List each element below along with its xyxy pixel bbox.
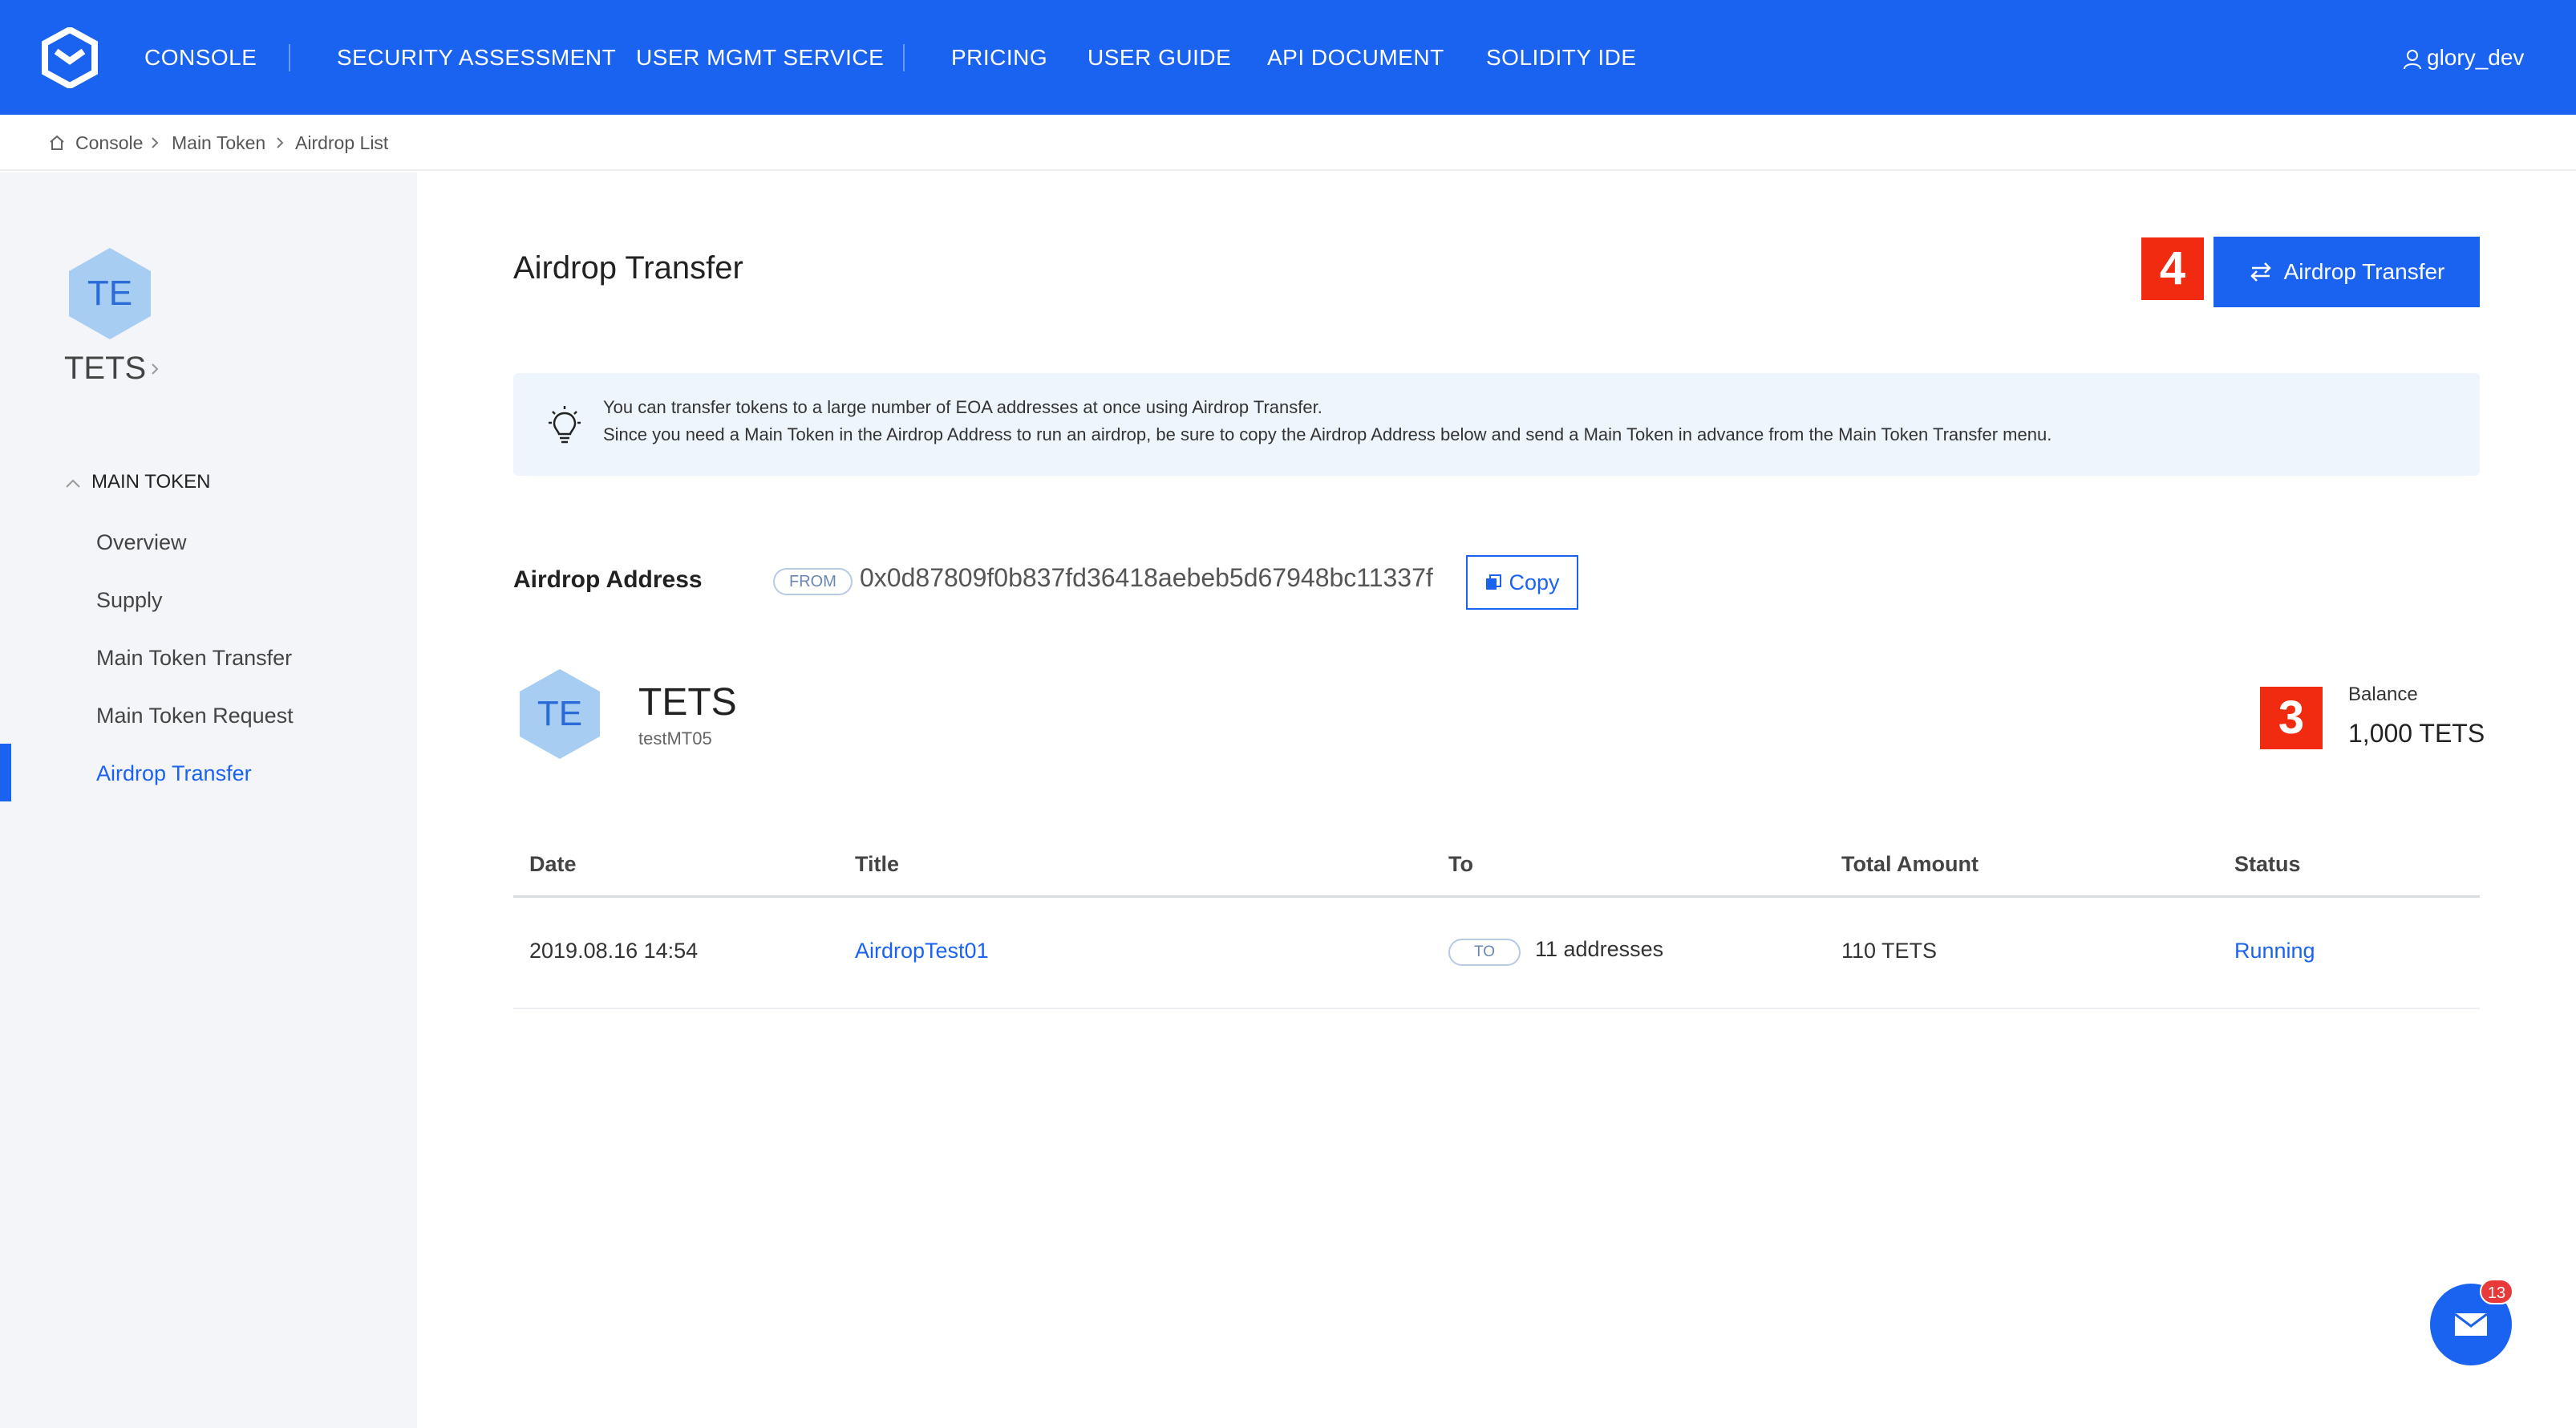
notification-badge: 13: [2480, 1279, 2513, 1304]
chevron-right-icon[interactable]: [148, 362, 162, 376]
cell-status[interactable]: Running: [2234, 939, 2315, 963]
annotation-marker: 3: [2260, 687, 2323, 749]
mail-icon: [2454, 1312, 2488, 1336]
breadcrumb-console[interactable]: Console: [75, 129, 143, 156]
copy-icon: [1486, 574, 1502, 590]
nav-divider: [903, 44, 905, 71]
balance-value: 1,000 TETS: [2348, 719, 2485, 748]
chevron-right-icon: [152, 137, 159, 148]
transfer-arrows-icon: [2250, 262, 2271, 282]
info-text-line-2: Since you need a Main Token in the Airdr…: [603, 424, 2052, 444]
nav-divider: [289, 44, 290, 71]
page-title: Airdrop Transfer: [513, 250, 743, 286]
sidebar-item-supply[interactable]: Supply: [96, 584, 163, 616]
breadcrumb-airdrop-list: Airdrop List: [295, 132, 389, 153]
nav-console[interactable]: CONSOLE: [144, 42, 257, 74]
token-initials-main: TE: [537, 694, 583, 733]
column-header-to: To: [1448, 852, 1473, 876]
token-avatar: TE: [67, 246, 152, 341]
sidebar: TE TETS MAIN TOKEN Overview Supply Main …: [0, 172, 417, 1428]
breadcrumb-main-token[interactable]: Main Token: [172, 129, 265, 156]
token-initials: TE: [87, 274, 133, 313]
token-name[interactable]: TETS: [64, 351, 146, 387]
annotation-marker: 4: [2141, 237, 2204, 300]
nav-user-guide[interactable]: USER GUIDE: [1088, 42, 1231, 74]
home-icon: [50, 135, 64, 150]
breadcrumb: Console Main Token Airdrop List: [0, 115, 2576, 171]
token-avatar-main: TE: [518, 667, 601, 761]
airdrop-address-value: 0x0d87809f0b837fd36418aebeb5d67948bc1133…: [860, 563, 1433, 592]
nav-api-document[interactable]: API DOCUMENT: [1267, 42, 1444, 74]
nav-security-assessment[interactable]: SECURITY ASSESSMENT: [337, 42, 616, 74]
brand-logo-icon[interactable]: [42, 27, 98, 88]
airdrop-transfer-button[interactable]: Airdrop Transfer: [2213, 237, 2480, 307]
row-divider: [513, 1008, 2480, 1009]
sidebar-item-main-token-transfer[interactable]: Main Token Transfer: [96, 642, 292, 674]
copy-address-button[interactable]: Copy: [1466, 555, 1578, 610]
cell-title-link[interactable]: AirdropTest01: [855, 939, 989, 963]
section-title: MAIN TOKEN: [91, 471, 211, 493]
from-tag: FROM: [773, 568, 853, 595]
active-indicator: [0, 744, 11, 801]
token-symbol: TETS: [638, 681, 737, 724]
airdrop-transfer-button-label: Airdrop Transfer: [2283, 259, 2445, 284]
sidebar-item-main-token-request[interactable]: Main Token Request: [96, 700, 294, 732]
column-header-status: Status: [2234, 852, 2301, 876]
airdrop-address-label: Airdrop Address: [513, 566, 703, 593]
cell-to: 11 addresses: [1535, 937, 1664, 961]
copy-button-label: Copy: [1509, 570, 1560, 594]
cell-total-amount: 110 TETS: [1841, 939, 1938, 963]
info-text-line-1: You can transfer tokens to a large numbe…: [603, 397, 1322, 417]
user-menu[interactable]: glory_dev: [2403, 42, 2524, 74]
nav-pricing[interactable]: PRICING: [951, 42, 1047, 74]
column-header-date: Date: [529, 852, 577, 876]
column-header-total-amount: Total Amount: [1841, 852, 1979, 876]
table-header-divider: [513, 895, 2480, 898]
user-icon: [2404, 49, 2421, 69]
token-full-name: testMT05: [638, 728, 712, 748]
section-main-token[interactable]: MAIN TOKEN: [64, 468, 210, 497]
balance-label: Balance: [2348, 684, 2418, 705]
chevron-up-icon: [66, 479, 80, 488]
chevron-right-icon: [277, 137, 284, 148]
info-notice: You can transfer tokens to a large numbe…: [513, 373, 2480, 476]
top-navigation-bar: CONSOLE SECURITY ASSESSMENT USER MGMT SE…: [0, 0, 2576, 115]
lightbulb-icon: [549, 406, 581, 444]
nav-user-mgmt-service[interactable]: USER MGMT SERVICE: [636, 42, 884, 74]
nav-solidity-ide[interactable]: SOLIDITY IDE: [1486, 42, 1637, 74]
cell-date: 2019.08.16 14:54: [529, 939, 699, 963]
username: glory_dev: [2427, 45, 2525, 70]
to-tag: TO: [1448, 939, 1521, 966]
sidebar-item-overview[interactable]: Overview: [96, 526, 187, 558]
sidebar-item-airdrop-transfer[interactable]: Airdrop Transfer: [96, 757, 252, 789]
column-header-title: Title: [855, 852, 900, 876]
